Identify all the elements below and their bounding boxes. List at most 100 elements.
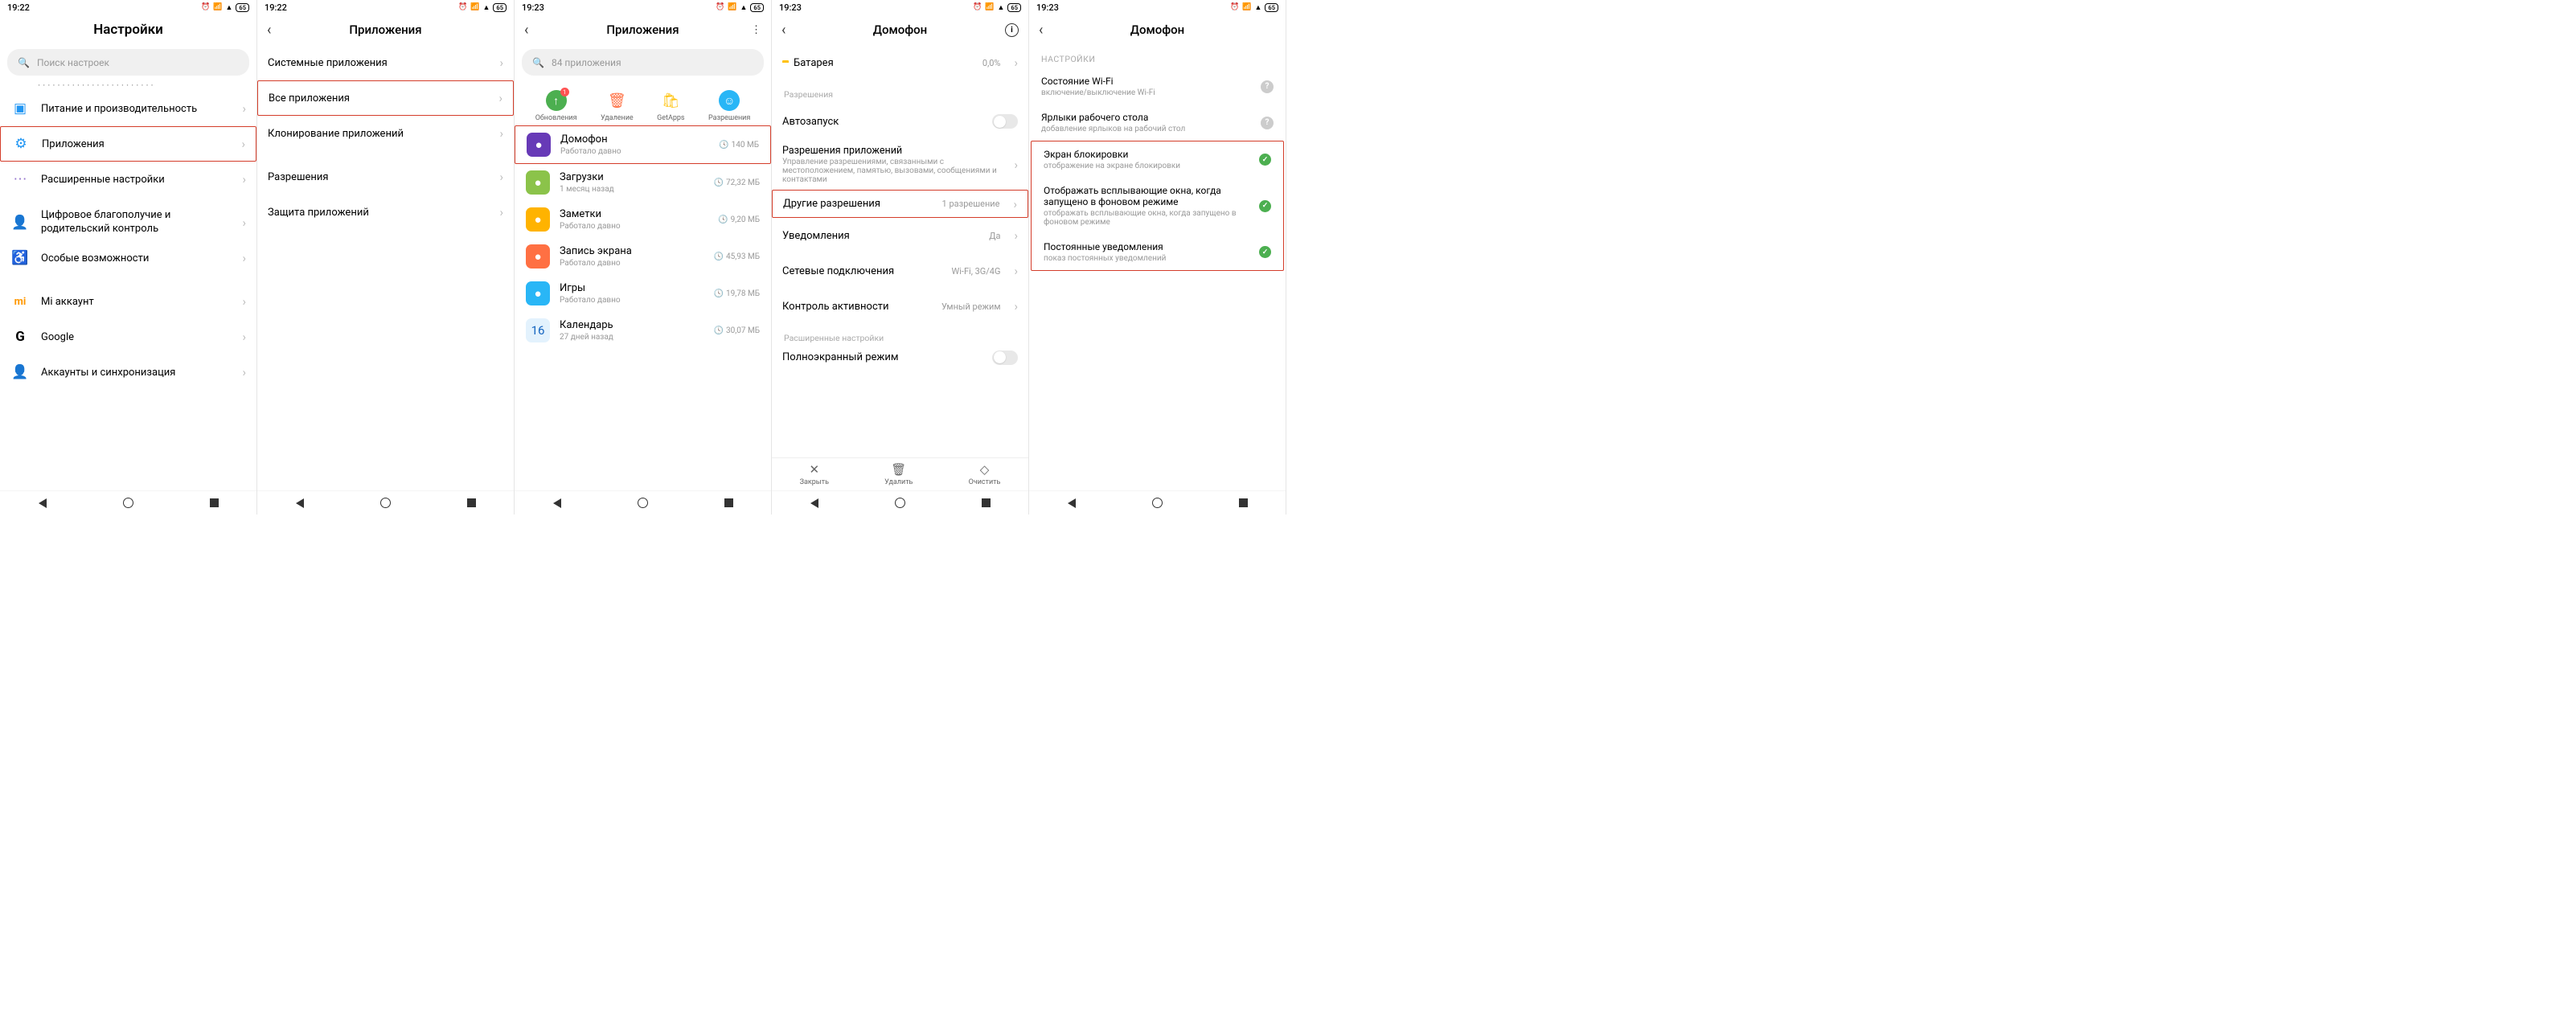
app-icon: ● — [526, 170, 550, 195]
app-row[interactable]: ● Заметки Работало давно 🕓9,20 МБ — [515, 201, 771, 238]
label: Системные приложения — [268, 57, 488, 69]
question-icon: ? — [1261, 80, 1274, 93]
nav-home[interactable] — [1152, 498, 1163, 508]
app-icon: ● — [527, 133, 551, 157]
permission-row[interactable]: Отображать всплывающие окна, когда запущ… — [1032, 178, 1283, 234]
toggle-autostart[interactable] — [992, 114, 1018, 129]
app-size: 🕓45,93 МБ — [714, 252, 760, 261]
clock-icon: 🕓 — [714, 326, 724, 335]
item-all-apps[interactable]: Все приложения › — [257, 80, 514, 116]
app-name: Домофон — [560, 133, 709, 146]
wifi-icon: ▲ — [483, 3, 490, 12]
permission-row[interactable]: Ярлыки рабочего стола добавление ярлыков… — [1029, 105, 1286, 141]
back-button[interactable]: ‹ — [524, 22, 528, 39]
row-activity-control[interactable]: Контроль активности Умный режим › — [772, 289, 1028, 324]
permission-title: Ярлыки рабочего стола — [1041, 112, 1253, 123]
toolbar: ↑1 Обновления 🗑 Удаление 🛍 GetApps ☺ Раз… — [515, 83, 771, 125]
row-fullscreen[interactable]: Полноэкранный режим — [772, 347, 1028, 367]
app-row[interactable]: 16 Календарь 27 дней назад 🕓30,07 МБ — [515, 312, 771, 349]
header: ‹ Домофон i — [772, 14, 1028, 45]
row-app-permissions[interactable]: Разрешения приложений Управление разреше… — [772, 139, 1028, 190]
more-icon[interactable]: ⋮ — [751, 24, 761, 36]
settings-item-wellbeing[interactable]: 👤 Цифровое благополучие и родительский к… — [0, 205, 256, 240]
status-icons: ⏰ 📶 ▲ 65 — [458, 3, 507, 12]
toggle-fullscreen[interactable] — [992, 351, 1018, 365]
label: Разрешения — [708, 114, 750, 122]
nav-recent[interactable] — [467, 498, 476, 507]
item-clone-apps[interactable]: Клонирование приложений › — [257, 116, 514, 151]
permission-row[interactable]: Экран блокировки отображение на экране б… — [1032, 141, 1283, 178]
permission-row[interactable]: Состояние Wi-Fi включение/выключение Wi-… — [1029, 68, 1286, 105]
dots-icon: ⋯ — [10, 170, 30, 189]
app-row[interactable]: ● Домофон Работало давно 🕓140 МБ — [515, 125, 771, 164]
app-row[interactable]: ● Запись экрана Работало давно 🕓45,93 МБ — [515, 238, 771, 275]
item-app-protection[interactable]: Защита приложений › — [257, 195, 514, 230]
settings-item-apps[interactable]: ⚙ Приложения › — [0, 126, 256, 162]
signal-icon: 📶 — [1242, 3, 1251, 11]
settings-item-google[interactable]: G Google › — [0, 319, 256, 355]
settings-item-advanced[interactable]: ⋯ Расширенные настройки › — [0, 162, 256, 197]
label: Все приложения — [269, 92, 487, 105]
permission-list: НАСТРОЙКИ Состояние Wi-Fi включение/выкл… — [1029, 45, 1286, 490]
nav-back[interactable] — [553, 498, 561, 508]
status-bar: 19:22 ⏰ 📶 ▲ 65 — [257, 0, 514, 14]
row-autostart[interactable]: Автозапуск — [772, 104, 1028, 139]
toolbar-updates[interactable]: ↑1 Обновления — [535, 90, 577, 122]
label: Разрешения — [268, 171, 488, 183]
clock: 19:22 — [265, 2, 287, 13]
back-button[interactable]: ‹ — [1039, 22, 1043, 39]
nav-home[interactable] — [638, 498, 648, 508]
action-clear[interactable]: ◇ Очистить — [969, 462, 1001, 486]
row-network[interactable]: Сетевые подключения Wi-Fi, 3G/4G › — [772, 253, 1028, 289]
item-permissions[interactable]: Разрешения › — [257, 159, 514, 195]
row-notifications[interactable]: Уведомления Да › — [772, 218, 1028, 253]
check-icon: ✓ — [1259, 154, 1271, 166]
search-input[interactable]: 🔍 Поиск настроек — [7, 49, 249, 76]
app-row[interactable]: ● Загрузки 1 месяц назад 🕓72,32 МБ — [515, 164, 771, 201]
settings-item-accounts[interactable]: 👤 Аккаунты и синхронизация › — [0, 355, 256, 390]
nav-recent[interactable] — [1239, 498, 1248, 507]
chevron-icon: › — [242, 365, 246, 379]
bottom-actions: ✕ Закрыть 🗑 Удалить ◇ Очистить — [772, 457, 1028, 490]
toolbar-delete[interactable]: 🗑 Удаление — [601, 90, 634, 122]
toolbar-permissions[interactable]: ☺ Разрешения — [708, 90, 750, 122]
chevron-icon: › — [1013, 197, 1017, 211]
badge: 1 — [560, 88, 569, 96]
google-icon: G — [10, 327, 30, 346]
label: Расширенные настройки — [41, 174, 231, 186]
nav-recent[interactable] — [210, 498, 219, 507]
nav-back[interactable] — [296, 498, 304, 508]
action-delete[interactable]: 🗑 Удалить — [884, 462, 913, 486]
settings-item-power[interactable]: ▣ Питание и производительность › — [0, 91, 256, 126]
nav-home[interactable] — [123, 498, 133, 508]
nav-recent[interactable] — [982, 498, 991, 507]
settings-item-accessibility[interactable]: ♿ Особые возможности › — [0, 240, 256, 276]
settings-item-mi-account[interactable]: mi Mi аккаунт › — [0, 284, 256, 319]
permission-subtext: показ постоянных уведомлений — [1044, 254, 1251, 263]
nav-home[interactable] — [380, 498, 391, 508]
screen-apps-menu: 19:22 ⏰ 📶 ▲ 65 ‹ Приложения Системные пр… — [257, 0, 515, 514]
chevron-icon: › — [1014, 299, 1018, 314]
nav-back[interactable] — [1068, 498, 1076, 508]
row-other-permissions[interactable]: Другие разрешения 1 разрешение › — [772, 190, 1028, 218]
toolbar-getapps[interactable]: 🛍 GetApps — [657, 90, 684, 122]
back-button[interactable]: ‹ — [267, 22, 271, 39]
row-battery[interactable]: Батарея 0,0% › — [772, 45, 1028, 80]
app-row[interactable]: ● Игры Работало давно 🕓19,78 МБ — [515, 275, 771, 312]
back-button[interactable]: ‹ — [781, 22, 786, 39]
item-system-apps[interactable]: Системные приложения › — [257, 45, 514, 80]
permission-row[interactable]: Постоянные уведомления показ постоянных … — [1032, 234, 1283, 270]
search-input[interactable]: 🔍 84 приложения — [522, 49, 764, 76]
label: Приложения — [42, 138, 230, 150]
battery-icon: ▣ — [10, 99, 30, 118]
app-size: 🕓30,07 МБ — [714, 326, 760, 335]
nav-back[interactable] — [39, 498, 47, 508]
nav-bar — [0, 490, 256, 514]
nav-recent[interactable] — [724, 498, 733, 507]
app-size: 🕓9,20 МБ — [718, 215, 760, 224]
action-close[interactable]: ✕ Закрыть — [800, 462, 829, 486]
nav-home[interactable] — [895, 498, 905, 508]
nav-back[interactable] — [810, 498, 818, 508]
info-button[interactable]: i — [1005, 23, 1019, 37]
label: Обновления — [535, 114, 577, 122]
